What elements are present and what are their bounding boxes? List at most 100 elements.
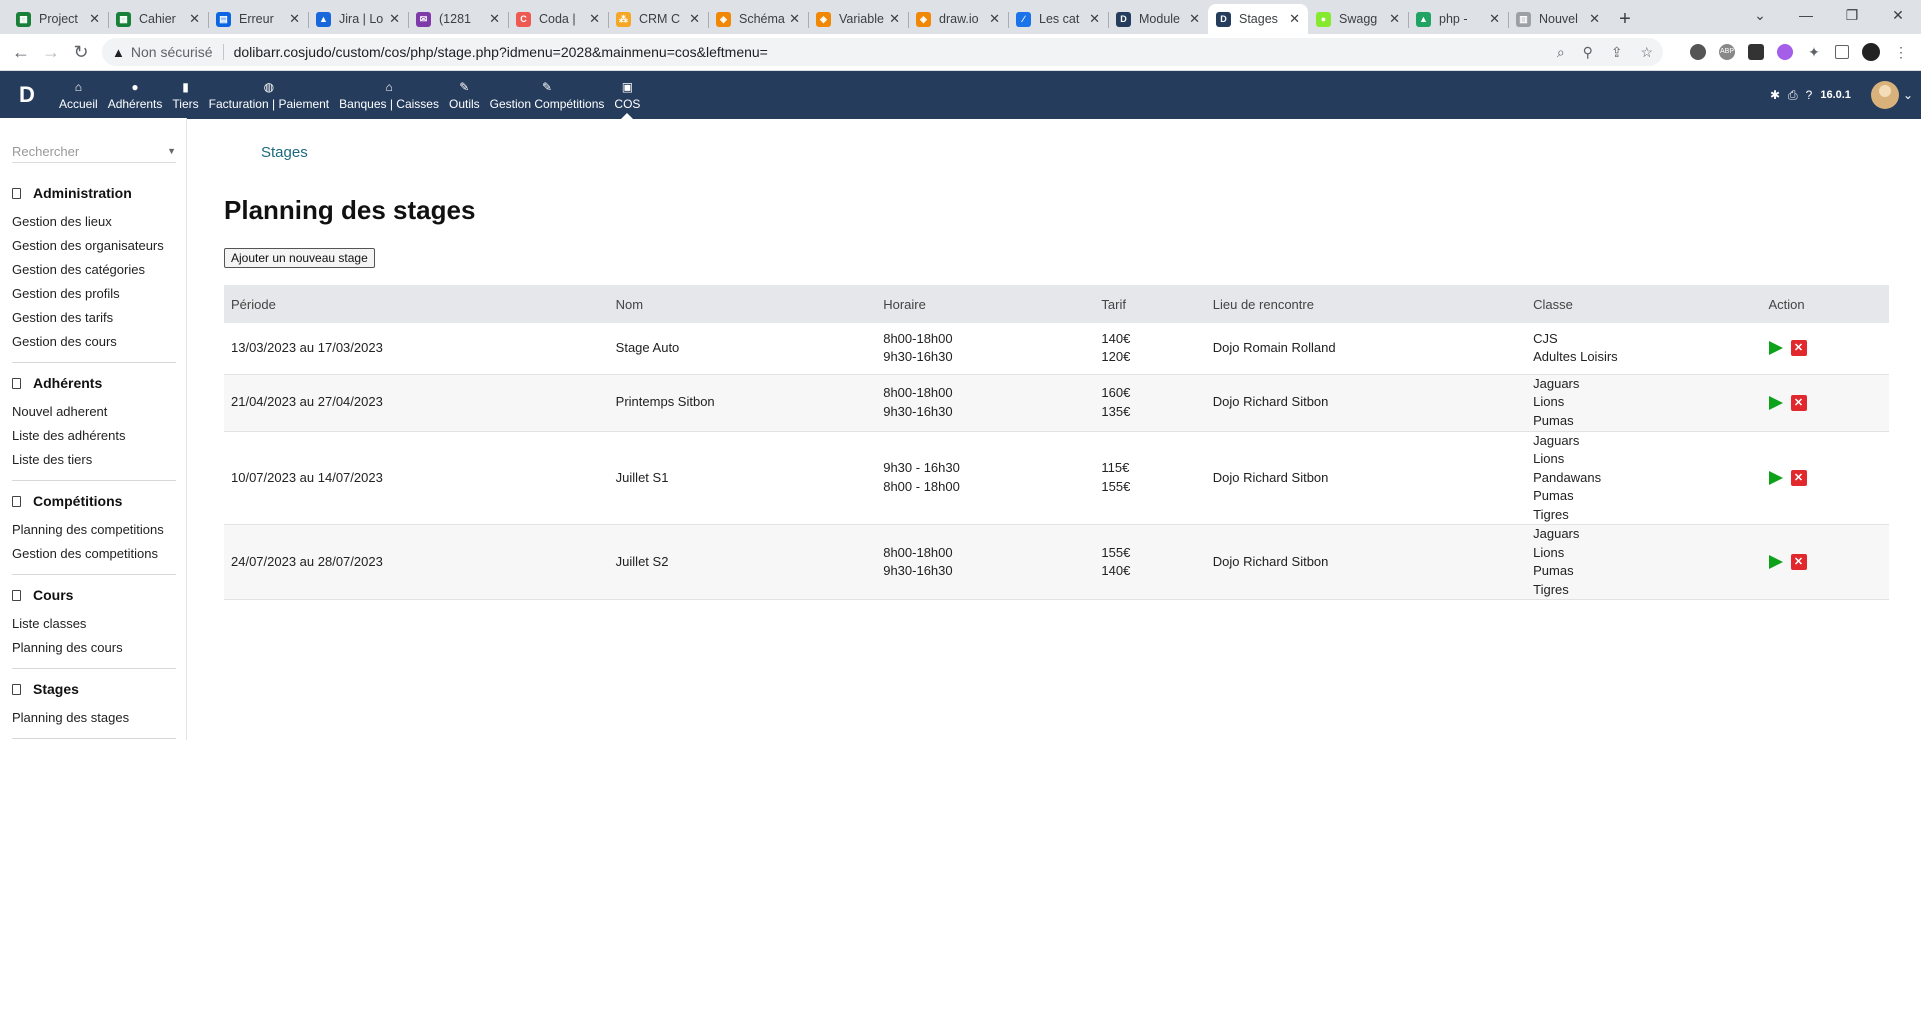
column-header[interactable]: Horaire [876, 285, 1095, 323]
topmenu-item-cos[interactable]: ▣ COS [609, 71, 645, 119]
browser-tab[interactable]: ▤ Erreur ✕ [208, 4, 308, 34]
tab-close-icon[interactable]: ✕ [389, 11, 400, 27]
tab-close-icon[interactable]: ✕ [889, 11, 900, 27]
play-icon[interactable] [1768, 341, 1783, 356]
tab-close-icon[interactable]: ✕ [89, 11, 100, 27]
adblock-icon[interactable]: ABP [1719, 44, 1735, 60]
tab-close-icon[interactable]: ✕ [1089, 11, 1100, 27]
bug-icon[interactable]: ✱ [1770, 88, 1780, 102]
play-icon[interactable] [1768, 470, 1783, 485]
tab-close-icon[interactable]: ✕ [989, 11, 1000, 27]
extension-icon[interactable] [1690, 44, 1706, 60]
warning-icon[interactable]: ▲ [112, 45, 125, 60]
sidebar-link[interactable]: Liste des tiers [12, 448, 176, 472]
security-label[interactable]: Non sécurisé [131, 44, 213, 60]
sidebar-link[interactable]: Gestion des organisateurs [12, 234, 176, 258]
chevron-down-icon[interactable]: ⌄ [1903, 88, 1913, 102]
add-stage-button[interactable]: Ajouter un nouveau stage [224, 248, 375, 268]
user-avatar[interactable] [1870, 81, 1899, 109]
sidebar-link[interactable]: Gestion des cours [12, 330, 176, 354]
maximize-icon[interactable]: ❐ [1829, 0, 1875, 34]
browser-tab[interactable]: ● Swagg ✕ [1308, 4, 1408, 34]
tab-close-icon[interactable]: ✕ [1189, 11, 1200, 27]
tab-close-icon[interactable]: ✕ [1289, 11, 1300, 27]
browser-tab[interactable]: ✉ (1281 ✕ [408, 4, 508, 34]
sidebar-link[interactable]: Gestion des catégories [12, 258, 176, 282]
play-icon[interactable] [1768, 555, 1783, 569]
browser-tab[interactable]: D Module ✕ [1108, 4, 1208, 34]
back-icon[interactable]: ← [6, 42, 36, 63]
browser-tab[interactable]: ▲ php - ✕ [1408, 4, 1508, 34]
delete-icon[interactable]: ✕ [1790, 340, 1807, 357]
column-header[interactable]: Classe [1526, 285, 1762, 323]
topmenu-item-home[interactable]: ⌂ Accueil [54, 71, 103, 119]
sidebar-section-title[interactable]: Administration [12, 185, 176, 201]
caret-down-icon[interactable]: ▼ [167, 146, 176, 156]
browser-tab[interactable]: ▲ Jira | Lo ✕ [308, 4, 408, 34]
minimize-icon[interactable]: — [1783, 0, 1829, 34]
browser-tab[interactable]: D Stages ✕ [1208, 4, 1308, 34]
column-header[interactable]: Action [1761, 285, 1889, 323]
browser-tab[interactable]: ◈ Variable ✕ [808, 4, 908, 34]
delete-icon[interactable]: ✕ [1790, 469, 1807, 486]
extension-icon[interactable] [1748, 44, 1764, 60]
breadcrumb[interactable]: Stages [261, 144, 1890, 161]
sidebar-link[interactable]: Planning des competitions [12, 518, 176, 542]
search-select[interactable]: Rechercher ▼ [12, 140, 176, 163]
delete-icon[interactable]: ✕ [1790, 554, 1807, 570]
new-tab-button[interactable]: + [1608, 4, 1642, 34]
tab-close-icon[interactable]: ✕ [289, 11, 300, 27]
reload-icon[interactable]: ↻ [66, 42, 96, 63]
extension-icon[interactable] [1777, 44, 1793, 60]
topmenu-item-tools[interactable]: ✎ Outils [444, 71, 485, 119]
sidebar-link[interactable]: Gestion des lieux [12, 210, 176, 234]
menu-kebab-icon[interactable]: ⋮ [1893, 44, 1909, 60]
topmenu-item-banks[interactable]: ⌂ Banques | Caisses [334, 71, 444, 119]
column-header[interactable]: Nom [608, 285, 877, 323]
tab-close-icon[interactable]: ✕ [189, 11, 200, 27]
sidebar-section-title[interactable]: Cours [12, 587, 176, 603]
tab-close-icon[interactable]: ✕ [1589, 11, 1600, 27]
play-icon[interactable] [1768, 395, 1783, 410]
topmenu-item-thirdparties[interactable]: ▮ Tiers [167, 71, 203, 119]
browser-tab[interactable]: ◈ Schéma ✕ [708, 4, 808, 34]
sidebar-link[interactable]: Gestion des profils [12, 282, 176, 306]
print-icon[interactable]: ⎙ [1788, 88, 1798, 103]
share-icon[interactable]: ⇪ [1611, 44, 1623, 60]
side-panel-icon[interactable] [1835, 45, 1849, 59]
sidebar-link[interactable]: Planning des stages [12, 706, 176, 730]
topmenu-item-billing[interactable]: ◍ Facturation | Paiement [204, 71, 335, 119]
delete-icon[interactable]: ✕ [1790, 394, 1807, 411]
browser-tab[interactable]: ▦ Project ✕ [8, 4, 108, 34]
tab-close-icon[interactable]: ✕ [689, 11, 700, 27]
location-icon[interactable]: ⚲ [1583, 44, 1593, 60]
column-header[interactable]: Période [224, 285, 609, 323]
tab-close-icon[interactable]: ✕ [489, 11, 500, 27]
profile-avatar-icon[interactable] [1862, 43, 1880, 61]
help-icon[interactable]: ? [1806, 88, 1813, 102]
sidebar-link[interactable]: Liste classes [12, 612, 176, 636]
tab-close-icon[interactable]: ✕ [1489, 11, 1500, 27]
url-text[interactable]: dolibarr.cosjudo/custom/cos/php/stage.ph… [234, 44, 1543, 60]
column-header[interactable]: Lieu de rencontre [1205, 285, 1527, 323]
close-window-icon[interactable]: ✕ [1875, 0, 1921, 34]
address-bar[interactable]: ▲ Non sécurisé dolibarr.cosjudo/custom/c… [102, 38, 1663, 66]
sidebar-link[interactable]: Planning des cours [12, 636, 176, 660]
bookmark-star-icon[interactable]: ☆ [1640, 44, 1653, 60]
puzzle-icon[interactable]: ✦ [1806, 44, 1822, 60]
tab-close-icon[interactable]: ✕ [789, 11, 800, 27]
sidebar-link[interactable]: Gestion des competitions [12, 542, 176, 566]
sidebar-link[interactable]: Gestion des tarifs [12, 306, 176, 330]
sidebar-link[interactable]: Nouvel adherent [12, 400, 176, 424]
browser-tab[interactable]: ▦ Cahier ✕ [108, 4, 208, 34]
browser-tab[interactable]: C Coda | ✕ [508, 4, 608, 34]
tab-search-icon[interactable]: ⌄ [1737, 0, 1783, 34]
tab-close-icon[interactable]: ✕ [589, 11, 600, 27]
column-header[interactable]: Tarif [1094, 285, 1206, 323]
topmenu-item-members[interactable]: ● Adhérents [103, 71, 168, 119]
dolibarr-logo[interactable]: D [0, 82, 54, 108]
zoom-icon[interactable]: ⌕ [1557, 44, 1565, 60]
sidebar-link[interactable]: Liste des adhérents [12, 424, 176, 448]
sidebar-section-title[interactable]: Stages [12, 681, 176, 697]
sidebar-section-title[interactable]: Compétitions [12, 493, 176, 509]
